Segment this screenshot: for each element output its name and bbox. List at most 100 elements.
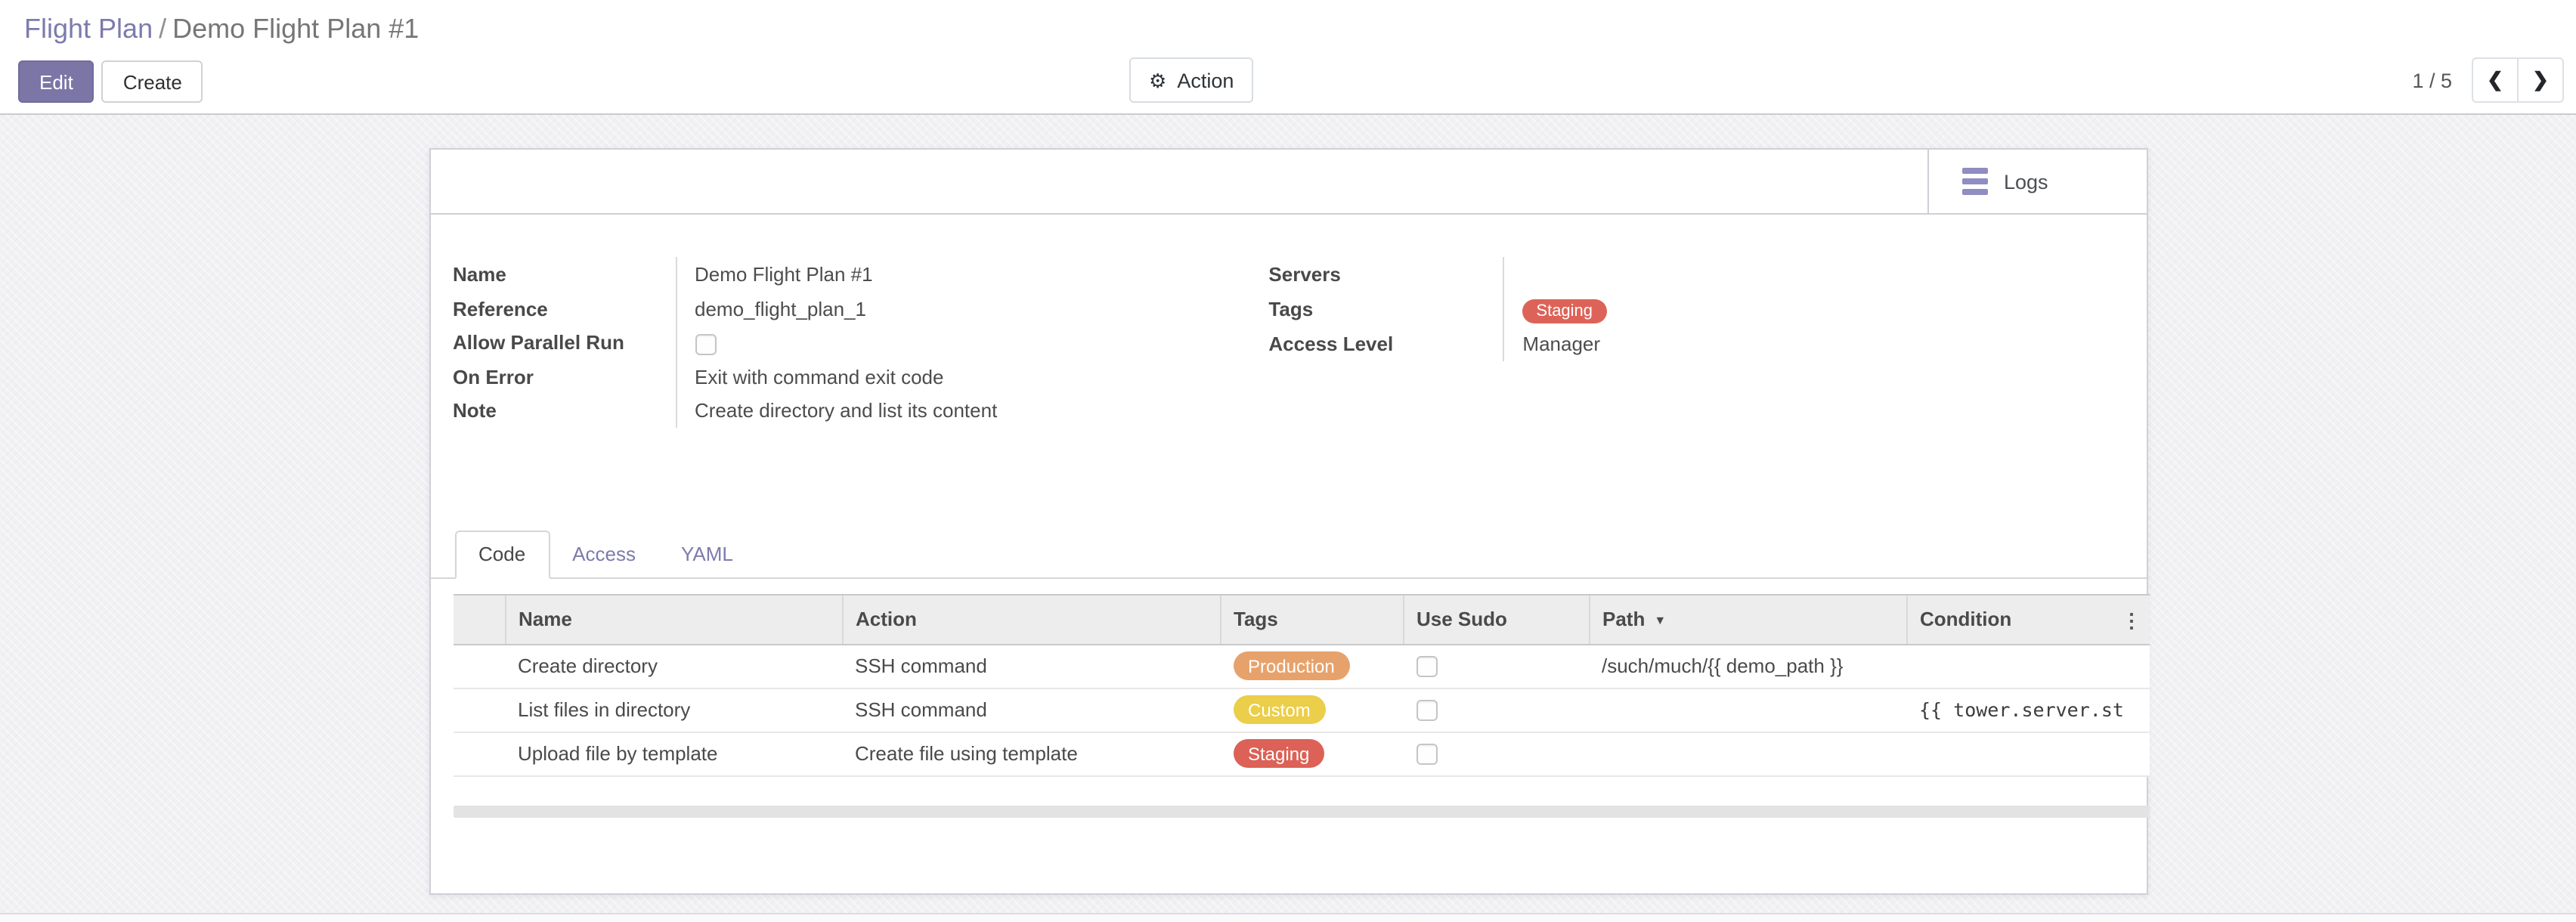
field-group-left: Name Demo Flight Plan #1 Reference demo_…	[453, 257, 1268, 427]
action-menu-label: Action	[1177, 69, 1234, 91]
breadcrumb: Flight Plan/Demo Flight Plan #1	[0, 0, 2576, 45]
field-value-on-error: Exit with command exit code	[675, 359, 1268, 393]
action-menu-button[interactable]: ⚙ Action	[1129, 57, 1253, 103]
cell-use-sudo	[1404, 644, 1590, 688]
content-area: Logs Name Demo Flight Plan #1 Reference …	[0, 115, 2576, 922]
breadcrumb-separator: /	[153, 14, 172, 44]
column-header-tags[interactable]: Tags	[1221, 594, 1404, 644]
field-row-access-level: Access Level Manager	[1268, 326, 2123, 360]
field-row-allow-parallel-run: Allow Parallel Run	[453, 325, 1268, 359]
pager-next-button[interactable]: ❯	[2517, 57, 2564, 103]
row-handle-cell	[453, 644, 506, 688]
pager: 1 / 5 ❮ ❯	[2412, 57, 2564, 103]
row-handle-cell	[453, 688, 506, 732]
field-value-access-level: Manager	[1503, 326, 2123, 360]
cell-path	[1590, 732, 1907, 775]
table-row-upload-file[interactable]: Upload file by template Create file usin…	[453, 732, 2149, 775]
field-label-note: Note	[453, 393, 675, 427]
field-row-reference: Reference demo_flight_plan_1	[453, 291, 1268, 325]
table-header-row: Name Action Tags Use Sudo Path▼ Conditio…	[453, 594, 2149, 644]
logs-stat-button[interactable]: Logs	[1927, 150, 2146, 213]
allow-parallel-run-checkbox[interactable]	[695, 333, 716, 354]
table-row-list-files[interactable]: List files in directory SSH command Cust…	[453, 688, 2149, 732]
tab-yaml[interactable]: YAML	[658, 530, 756, 577]
control-panel: Flight Plan/Demo Flight Plan #1 Edit Cre…	[0, 0, 2576, 115]
column-header-path[interactable]: Path▼	[1590, 594, 1907, 644]
pager-buttons: ❮ ❯	[2472, 57, 2564, 103]
tab-code[interactable]: Code	[454, 530, 550, 578]
table-row-create-directory[interactable]: Create directory SSH command Production …	[453, 644, 2149, 688]
tag-badge-staging: Staging	[1522, 299, 1606, 323]
field-value-servers	[1503, 257, 2123, 291]
create-button[interactable]: Create	[102, 60, 203, 103]
use-sudo-checkbox[interactable]	[1416, 744, 1437, 766]
breadcrumb-current: Demo Flight Plan #1	[172, 14, 419, 44]
field-group: Name Demo Flight Plan #1 Reference demo_…	[430, 257, 2146, 427]
chevron-left-icon: ❮	[2487, 68, 2503, 92]
field-row-on-error: On Error Exit with command exit code	[453, 359, 1268, 393]
field-value-note: Create directory and list its content	[675, 393, 1268, 427]
gear-icon: ⚙	[1149, 70, 1166, 90]
sort-desc-icon: ▼	[1654, 614, 1666, 627]
field-label-allow-parallel-run: Allow Parallel Run	[453, 325, 675, 359]
form-buttons: Edit Create	[18, 60, 203, 103]
field-row-tags: Tags Staging	[1268, 291, 2123, 326]
notebook-tabs: Code Access YAML	[430, 530, 2146, 578]
field-label-on-error: On Error	[453, 359, 675, 393]
field-label-servers: Servers	[1268, 257, 1503, 291]
cell-action: Create file using template	[843, 732, 1221, 775]
column-header-name[interactable]: Name	[506, 594, 843, 644]
field-label-tags: Tags	[1268, 291, 1503, 326]
field-label-name: Name	[453, 257, 675, 291]
cell-tags: Production	[1221, 644, 1404, 688]
use-sudo-checkbox[interactable]	[1416, 657, 1437, 678]
command-table: Name Action Tags Use Sudo Path▼ Conditio…	[453, 593, 2149, 776]
field-value-allow-parallel-run	[675, 325, 1268, 359]
use-sudo-checkbox[interactable]	[1416, 701, 1437, 722]
form-sheet: Logs Name Demo Flight Plan #1 Reference …	[429, 148, 2147, 895]
pager-previous-button[interactable]: ❮	[2472, 57, 2519, 103]
cell-condition	[1907, 732, 2149, 775]
column-options-icon[interactable]: ⋮	[2122, 608, 2141, 633]
cell-path: /such/much/{{ demo_path }}	[1590, 644, 1907, 688]
button-box: Logs	[430, 150, 2146, 215]
field-label-reference: Reference	[453, 291, 675, 325]
field-value-name: Demo Flight Plan #1	[675, 257, 1268, 291]
breadcrumb-parent-link[interactable]: Flight Plan	[24, 14, 153, 44]
cell-name: Upload file by template	[506, 732, 843, 775]
cell-path	[1590, 688, 1907, 732]
pager-count: 1 / 5	[2412, 69, 2452, 91]
field-group-right: Servers Tags Staging Access Level Manage…	[1268, 257, 2123, 427]
bottom-edge-strip	[0, 913, 2576, 922]
cell-condition: {{ tower.server.st	[1907, 688, 2149, 732]
tag-badge-custom: Custom	[1233, 695, 1326, 724]
action-menu-wrap: ⚙ Action	[1129, 57, 1253, 103]
field-row-note: Note Create directory and list its conte…	[453, 393, 1268, 427]
logs-stat-button-label: Logs	[2004, 170, 2048, 193]
column-header-action[interactable]: Action	[843, 594, 1221, 644]
cell-tags: Staging	[1221, 732, 1404, 775]
row-handle-cell	[453, 732, 506, 775]
screen: Flight Plan/Demo Flight Plan #1 Edit Cre…	[0, 0, 2576, 922]
horizontal-scrollbar[interactable]	[453, 805, 2149, 817]
tag-badge-production: Production	[1233, 651, 1350, 680]
logs-menu-icon	[1961, 168, 1987, 195]
field-row-name: Name Demo Flight Plan #1	[453, 257, 1268, 291]
cell-use-sudo	[1404, 732, 1590, 775]
cell-name: Create directory	[506, 644, 843, 688]
cell-condition	[1907, 644, 2149, 688]
tab-access[interactable]: Access	[550, 530, 658, 577]
column-header-condition[interactable]: Condition⋮	[1907, 594, 2149, 644]
cell-use-sudo	[1404, 688, 1590, 732]
cell-name: List files in directory	[506, 688, 843, 732]
edit-button[interactable]: Edit	[18, 60, 94, 103]
column-header-handle	[453, 594, 506, 644]
field-value-tags: Staging	[1503, 291, 2123, 326]
field-row-servers: Servers	[1268, 257, 2123, 291]
tag-badge-staging-row: Staging	[1233, 739, 1324, 768]
field-label-access-level: Access Level	[1268, 326, 1503, 360]
command-list: Name Action Tags Use Sudo Path▼ Conditio…	[453, 593, 2149, 776]
column-header-use-sudo[interactable]: Use Sudo	[1404, 594, 1590, 644]
cell-action: SSH command	[843, 644, 1221, 688]
cell-action: SSH command	[843, 688, 1221, 732]
